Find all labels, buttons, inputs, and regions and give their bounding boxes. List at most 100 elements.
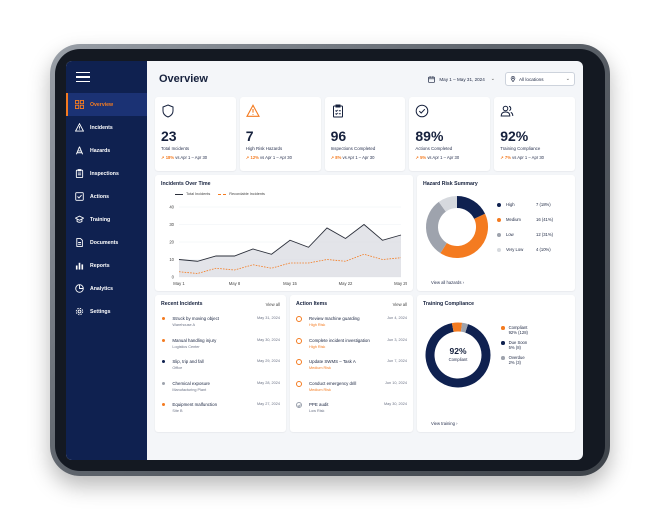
location-select[interactable]: All locations ⌄: [505, 72, 575, 86]
action-text: Update SWMS – Task A Medium Risk: [309, 359, 387, 370]
circle-icon[interactable]: [296, 380, 302, 387]
bar-chart-icon: [75, 262, 84, 270]
action-priority: Medium Risk: [309, 366, 331, 370]
bottom-row: Recent Incidents View all Struck by movin…: [155, 295, 575, 432]
dot-icon: [497, 217, 501, 222]
training-legend-value: 2% (3): [508, 360, 521, 365]
dot-icon: [497, 247, 501, 252]
donut-slice-overdue[interactable]: [460, 322, 469, 333]
shield-icon: [162, 104, 174, 118]
y-tick-label: 0: [172, 275, 175, 280]
action-row[interactable]: Complete incident investigation High Risk…: [296, 333, 407, 355]
sidebar-item-overview[interactable]: Overview: [66, 93, 147, 116]
action-row[interactable]: Review machine guarding High Risk Jun 4, 2…: [296, 311, 407, 333]
kpi-actions-completed[interactable]: 89% Actions Completed ↗ 5% vs Apr 1 – Ap…: [409, 97, 491, 171]
sidebar-item-actions[interactable]: Actions: [66, 185, 147, 208]
training-legend-value: 5% (8): [508, 345, 521, 350]
hazard-legend-name: High: [506, 202, 515, 207]
incident-row[interactable]: Struck by moving object Warehouse A May 31…: [161, 311, 280, 333]
view-training-label: View training: [431, 421, 455, 426]
action-items-header: Action Items View all: [296, 301, 407, 307]
hazard-legend-name: Medium: [506, 217, 521, 222]
hazard-legend-value: 12 (31%): [536, 232, 553, 237]
sidebar-item-hazards[interactable]: Hazards: [66, 139, 147, 162]
kpi-total-incidents[interactable]: 23 Total Incidents ↗ 18% vs Apr 1 – Apr …: [155, 97, 236, 171]
action-priority: Medium Risk: [309, 387, 331, 392]
y-tick-label: 30: [169, 222, 174, 227]
recent-incidents-header: Recent Incidents View all: [161, 301, 280, 307]
sidebar-item-training[interactable]: Training: [66, 208, 147, 231]
sidebar-item-analytics[interactable]: Analytics: [66, 277, 147, 300]
gear-icon: [75, 307, 84, 316]
incident-row[interactable]: Equipment malfunction Site B May 27, 2024: [161, 397, 280, 419]
donut-slice-medium[interactable]: [440, 213, 488, 258]
action-title: Conduct emergency drill: [309, 380, 357, 386]
sidebar-item-label: Actions: [90, 193, 110, 200]
incident-row[interactable]: Manual handling injury Logistics Center Ma…: [161, 333, 280, 355]
sidebar-item-documents[interactable]: Documents: [66, 231, 147, 254]
circle-icon[interactable]: [296, 359, 302, 365]
kpi-training-compliance[interactable]: 92% Training Compliance ↗ 7% vs Apr 1 – …: [494, 97, 575, 171]
incident-title: Equipment malfunction: [172, 402, 218, 407]
action-text: Conduct emergency drill Medium Risk: [309, 381, 385, 392]
action-text: Review machine guarding High Risk: [309, 316, 387, 327]
circle-icon[interactable]: [296, 316, 302, 322]
training-legend-text: Compliant 92% (128): [509, 325, 528, 335]
sidebar-item-reports[interactable]: Reports: [66, 254, 147, 277]
dot-icon: [501, 326, 505, 330]
hazard-legend-value: 7 (18%): [536, 202, 551, 207]
incident-text: Struck by moving object Warehouse A: [172, 316, 257, 327]
hazard-legend-value: 16 (41%): [536, 217, 553, 222]
action-date: May 30, 2024: [383, 402, 407, 406]
sidebar-item-label: Reports: [90, 262, 110, 269]
action-date: Jun 4, 2024: [387, 316, 407, 320]
donut-slice-very-low[interactable]: [438, 196, 458, 212]
circle-icon[interactable]: [296, 337, 302, 344]
incident-row[interactable]: Slip, trip and fall Office May 29, 2024: [161, 354, 280, 376]
recent-incidents-view-all[interactable]: View all: [266, 302, 280, 307]
recent-incidents-title: Recent Incidents: [161, 301, 203, 307]
hazard-legend: High 7 (18%) Medium 16 (41%) Low 12 (31%) V…: [497, 197, 553, 257]
kpi-inspections-completed[interactable]: 96 Inspections Completed ↗ 8% vs Apr 1 –…: [324, 97, 406, 171]
incident-date: May 29, 2024: [256, 359, 280, 363]
kpi-value: 7: [245, 128, 254, 144]
training-center: 92% Compliant: [422, 346, 494, 362]
date-range-picker[interactable]: May 1 – May 31, 2024 ⌄: [428, 75, 495, 83]
action-row[interactable]: Update SWMS – Task A Medium Risk Jun 7, 20…: [296, 354, 407, 376]
warning-icon: [75, 123, 84, 132]
sidebar-item-incidents[interactable]: Incidents: [66, 116, 147, 139]
kpi-high-risk-hazards[interactable]: 7 High Risk Hazards ↗ 12% vs Apr 1 – Apr…: [239, 97, 321, 171]
kpi-label: Total Incidents: [161, 146, 190, 151]
donut-slice-low[interactable]: [426, 201, 448, 254]
check-circle-icon[interactable]: [296, 402, 302, 408]
incident-text: Manual handling injury Logistics Center: [172, 338, 257, 349]
training-icon: [75, 215, 84, 223]
action-items-view-all[interactable]: View all: [393, 302, 407, 307]
kpi-label: Actions Completed: [415, 146, 453, 151]
kpi-label: Training Compliance: [500, 146, 541, 151]
training-legend-value: 92% (128): [508, 330, 528, 335]
kpi-trend: ↗ 18% vs Apr 1 – Apr 30: [161, 155, 230, 160]
incident-location: Site B: [172, 409, 183, 413]
hazard-legend-high: High 7 (18%): [497, 197, 553, 212]
action-row[interactable]: Conduct emergency drill Medium Risk Jun 10…: [296, 376, 407, 398]
sidebar-item-settings[interactable]: Settings: [66, 300, 147, 323]
incident-text: Slip, trip and fall Office: [172, 359, 257, 370]
kpi-trend-pct: 5%: [420, 155, 427, 160]
chevron-right-icon: ›: [456, 421, 458, 426]
status-dot-icon: [162, 317, 166, 321]
incident-date: May 28, 2024: [256, 380, 280, 385]
chart-title: Incidents Over Time: [161, 181, 211, 187]
menu-icon[interactable]: [76, 71, 90, 83]
sidebar-item-label: Training: [90, 216, 111, 223]
sidebar-item-inspections[interactable]: Inspections: [66, 162, 147, 185]
donut-slice-high[interactable]: [456, 196, 486, 220]
incident-row[interactable]: Chemical exposure Manufacturing Plant May …: [161, 376, 280, 398]
clipboard-check-icon: [332, 104, 343, 118]
action-row[interactable]: PPE audit Low Risk May 30, 2024: [296, 397, 407, 419]
hazard-icon: [75, 146, 84, 155]
sidebar-item-label: Hazards: [90, 147, 111, 154]
view-training-link[interactable]: View training ›: [431, 421, 457, 426]
hazard-legend-very-low: Very Low 4 (10%): [497, 242, 553, 257]
view-all-hazards-link[interactable]: View all hazards ›: [431, 280, 464, 285]
